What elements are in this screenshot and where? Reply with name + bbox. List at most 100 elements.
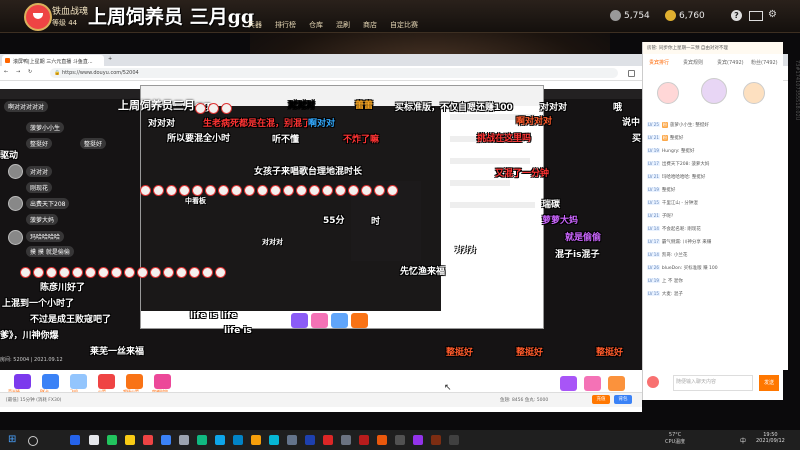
danmaku: 爹》，川神你爆 (0, 331, 59, 341)
nav-weapons[interactable]: 兵器 (248, 21, 262, 29)
new-tab-icon[interactable]: + (108, 56, 112, 62)
app-icon[interactable] (449, 435, 459, 445)
player-avatar[interactable] (24, 3, 52, 31)
rank-avatar[interactable] (701, 78, 727, 104)
chat-text: 子呢? (661, 214, 674, 219)
tab-vip-rules[interactable]: 贵宾规则 (683, 59, 703, 66)
chat-user[interactable]: 菠萝小小生 (670, 123, 693, 128)
app-icon[interactable] (377, 435, 387, 445)
mail-icon[interactable] (749, 11, 763, 21)
browser-tab[interactable]: 滚屏鸭|上星期 三六元直播 斗鱼直... (2, 55, 104, 66)
nav-shop[interactable]: 商店 (363, 21, 377, 29)
nav-ranking[interactable]: 排行榜 (275, 21, 296, 29)
tab-vip-rank[interactable]: 贵宾排行 (649, 59, 669, 66)
gift-pk-card-icon[interactable] (42, 374, 59, 389)
nested-stream-window (140, 85, 544, 329)
app-icon[interactable] (287, 435, 297, 445)
coin-icon (610, 10, 621, 21)
app-icon[interactable] (431, 435, 441, 445)
clock[interactable]: 19:50 2021/09/12 (756, 432, 785, 444)
nav-custom-match[interactable]: 自定比赛 (390, 21, 418, 29)
url-field[interactable]: 🔒 https://www.douyu.com/52004 (50, 68, 618, 78)
settings-gear-icon[interactable]: ⚙ (768, 9, 780, 21)
gift-icon[interactable] (584, 376, 601, 391)
app-icon[interactable] (197, 435, 207, 445)
app-icon[interactable] (269, 435, 279, 445)
danmaku: 对对对 (455, 246, 476, 254)
edge-icon[interactable] (233, 435, 243, 445)
app-icon[interactable] (359, 435, 369, 445)
chat-user[interactable]: 霸气侧漏 (662, 240, 680, 245)
chat-bubble: 对对对 (26, 166, 53, 177)
gift-super-rocket-icon[interactable] (126, 374, 143, 389)
danmaku: 说中 (622, 118, 641, 128)
gift-plane-icon[interactable] (70, 374, 87, 389)
app-icon[interactable] (89, 435, 99, 445)
emoji-danmaku-row (140, 180, 400, 199)
back-icon[interactable]: ← (4, 69, 8, 75)
search-icon[interactable] (28, 436, 38, 446)
chat-user[interactable]: 玛哈哈哈哈哈 (662, 175, 689, 180)
nav-mix[interactable]: 混刷 (336, 21, 350, 29)
gift-icon[interactable] (608, 376, 625, 391)
app-icon[interactable] (323, 435, 333, 445)
chat-row: LV 21 子呢? (647, 213, 779, 226)
gift-rocket-icon[interactable] (98, 374, 115, 389)
chat-user[interactable]: 不会起名呢 (662, 227, 685, 232)
chat-user[interactable]: Hungry (662, 149, 678, 154)
forward-icon[interactable]: → (16, 69, 20, 75)
lock-icon: 🔒 (54, 70, 61, 76)
send-button[interactable]: 发送 (759, 375, 779, 391)
level-badge: LV 14 (647, 252, 660, 257)
chat-row: LV 14 不会起名呢: 刚现花 (647, 226, 701, 232)
fan-badge: 粉 (661, 122, 668, 128)
chat-user[interactable]: 大麦 (662, 292, 671, 297)
taskview-icon[interactable] (70, 435, 80, 445)
app-icon[interactable] (143, 435, 153, 445)
app-icon[interactable] (161, 435, 171, 445)
danmaku: 整挺好 (596, 348, 624, 358)
danmaku: 哦 (613, 103, 623, 113)
rank-avatar[interactable] (743, 82, 765, 104)
chat-user[interactable]: 出费天下208 (662, 162, 689, 167)
chat-input[interactable]: 随便输入聊天内容 (673, 375, 753, 391)
recharge-button[interactable]: 充值 (592, 395, 610, 404)
nested-gift-icon (331, 313, 348, 328)
tab-vip-count[interactable]: 贵宾(7492) (717, 59, 744, 66)
game-top-bar: 铁血战魂 等级 44 上周饲养员 三月gg 兵器 排行榜 仓库 混刷 商店 自定比赛 5,… (0, 0, 800, 33)
app-icon[interactable] (215, 435, 225, 445)
danmaku: 萝萝大妈 (542, 216, 579, 226)
start-windows-icon[interactable]: ⊞ (8, 435, 18, 445)
fan-badge: 粉 (661, 135, 668, 141)
chat-user[interactable]: blueDon (662, 266, 681, 271)
cpu-temp-value: 57°C (668, 432, 682, 438)
gift-icon[interactable] (560, 376, 577, 391)
chat-user[interactable]: 凯哥 (662, 253, 671, 258)
wechat-icon[interactable] (107, 435, 117, 445)
folder-icon[interactable] (125, 435, 135, 445)
nav-warehouse[interactable]: 仓库 (309, 21, 323, 29)
app-icon[interactable] (341, 435, 351, 445)
tab-fans[interactable]: 粉丝(7492) (751, 59, 778, 66)
extension-icon[interactable] (628, 70, 635, 77)
nested-chat-line (450, 158, 530, 164)
danmaku: 瑞碳 (542, 200, 561, 210)
app-icon[interactable] (251, 435, 261, 445)
duration-text: [最低] 15分钟 (消耗 FX30) (6, 398, 62, 403)
level-badge: LV 17 (647, 161, 660, 166)
ime-indicator[interactable]: 中 (740, 436, 746, 445)
app-icon[interactable] (179, 435, 189, 445)
chat-row: LV 19 上 不 混你 (647, 278, 779, 291)
backpack-button[interactable]: 背包 (614, 395, 632, 404)
help-icon[interactable]: ? (731, 10, 742, 21)
user-avatar[interactable] (647, 376, 659, 388)
gift-glowstick-icon[interactable] (14, 374, 31, 389)
refresh-icon[interactable]: ↻ (28, 69, 32, 75)
app-icon[interactable] (413, 435, 423, 445)
gift-time-travel-icon[interactable] (154, 374, 171, 389)
app-icon[interactable] (395, 435, 405, 445)
chat-row: LV 19 整挺好 (647, 187, 779, 200)
rank-avatar[interactable] (657, 82, 679, 104)
steam-icon[interactable] (305, 435, 315, 445)
level-badge: LV 15 (647, 200, 660, 205)
